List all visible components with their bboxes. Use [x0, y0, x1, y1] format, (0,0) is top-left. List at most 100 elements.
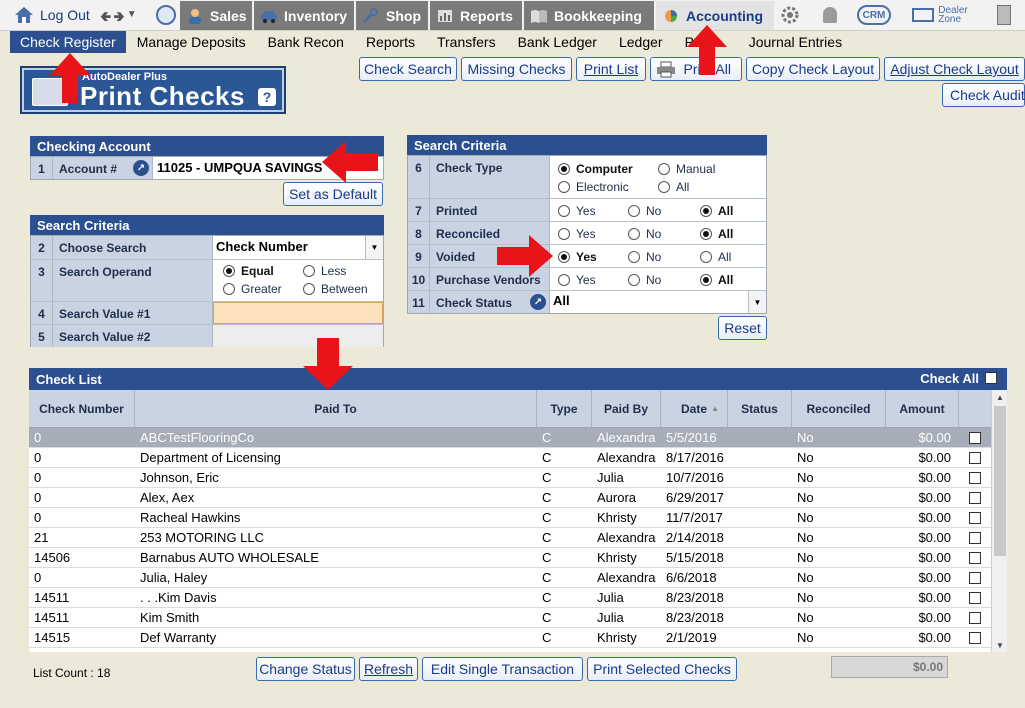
- scroll-up-icon[interactable]: ▲: [992, 390, 1008, 404]
- subnav-reports[interactable]: Reports: [355, 31, 426, 53]
- crm-cloud-icon[interactable]: CRM: [856, 5, 892, 25]
- table-row[interactable]: 0 Racheal Hawkins C Khristy 11/7/2017 No $0.00: [29, 508, 991, 528]
- table-row[interactable]: 0 Department of Licensing C Alexandra 8/17/2…: [29, 448, 991, 468]
- row-select-checkbox[interactable]: [969, 531, 981, 544]
- check-list-scrollbar[interactable]: ▲ ▼: [991, 390, 1007, 652]
- col-paid-by[interactable]: Paid By: [592, 390, 661, 427]
- voided-no-radio[interactable]: No: [628, 250, 661, 264]
- check-type-all-radio[interactable]: All: [658, 180, 689, 194]
- chevron-down-icon[interactable]: ▼: [127, 9, 137, 30]
- set-as-default-button[interactable]: Set as Default: [283, 182, 383, 206]
- printed-yes-radio[interactable]: Yes: [558, 204, 596, 218]
- operand-greater-radio[interactable]: Greater: [223, 282, 282, 296]
- check-all-checkbox[interactable]: [985, 372, 997, 384]
- vendors-all-radio[interactable]: All: [700, 273, 733, 287]
- scroll-thumb[interactable]: [994, 406, 1006, 556]
- row-select-checkbox[interactable]: [969, 551, 981, 564]
- check-status-select[interactable]: All ▼: [550, 291, 766, 313]
- table-row[interactable]: 21 253 MOTORING LLC C Alexandra 2/14/2018 No $…: [29, 528, 991, 548]
- logout-link[interactable]: Log Out: [14, 5, 90, 25]
- row-select-checkbox[interactable]: [969, 451, 981, 464]
- check-type-computer-radio[interactable]: Computer: [558, 162, 633, 176]
- row-select-checkbox[interactable]: [969, 591, 981, 604]
- row-select-checkbox[interactable]: [969, 431, 981, 444]
- table-row[interactable]: 14511 Kim Smith C Julia 8/23/2018 No $0.00: [29, 608, 991, 628]
- bell-icon[interactable]: [820, 5, 840, 25]
- back-arrow-icon[interactable]: 🢀: [100, 6, 111, 30]
- table-row[interactable]: 0 Julia, Haley C Alexandra 6/6/2018 No $0.00: [29, 568, 991, 588]
- print-list-button[interactable]: Print List: [576, 57, 646, 81]
- check-search-button[interactable]: Check Search: [359, 57, 457, 81]
- reconciled-no-radio[interactable]: No: [628, 227, 661, 241]
- adjust-check-layout-button[interactable]: Adjust Check Layout: [884, 57, 1025, 81]
- subnav-bank-recon[interactable]: Bank Recon: [257, 31, 355, 53]
- check-audit-button[interactable]: Check Audit: [942, 83, 1025, 107]
- table-row[interactable]: 14515 Def Warranty C Khristy 2/1/2019 No $0.00: [29, 628, 991, 648]
- subnav-ledger[interactable]: Ledger: [608, 31, 674, 53]
- printed-all-radio[interactable]: All: [700, 204, 733, 218]
- lookup-arrow-icon[interactable]: ↗: [133, 160, 149, 176]
- col-check-number[interactable]: Check Number: [29, 390, 135, 427]
- row-select-checkbox[interactable]: [969, 571, 981, 584]
- check-type-manual-radio[interactable]: Manual: [658, 162, 715, 176]
- row-select-checkbox[interactable]: [969, 631, 981, 644]
- row-select-checkbox[interactable]: [969, 471, 981, 484]
- chevron-down-icon[interactable]: ▼: [748, 291, 766, 313]
- table-row[interactable]: 14506 Barnabus AUTO WHOLESALE C Khristy 5/15…: [29, 548, 991, 568]
- subnav-bank-ledger[interactable]: Bank Ledger: [507, 31, 608, 53]
- scroll-down-icon[interactable]: ▼: [992, 638, 1008, 652]
- row-select-checkbox[interactable]: [969, 511, 981, 524]
- edit-single-transaction-button[interactable]: Edit Single Transaction: [422, 657, 583, 681]
- operand-less-radio[interactable]: Less: [303, 264, 346, 278]
- tab-inventory[interactable]: Inventory: [254, 1, 356, 30]
- table-row[interactable]: 0Def WarrantyCKhristy2/11/2019 No$0.00: [29, 648, 991, 652]
- row-select-checkbox[interactable]: [969, 611, 981, 624]
- operand-equal-radio[interactable]: Equal: [223, 264, 274, 278]
- col-type[interactable]: Type: [537, 390, 592, 427]
- tab-bookkeeping[interactable]: Bookkeeping: [524, 1, 656, 30]
- voided-all-radio[interactable]: All: [700, 250, 731, 264]
- tab-sales[interactable]: Sales: [180, 1, 254, 30]
- reset-button[interactable]: Reset: [718, 316, 767, 340]
- tab-reports[interactable]: Reports: [430, 1, 524, 30]
- check-type-electronic-radio[interactable]: Electronic: [558, 180, 629, 194]
- table-row[interactable]: 0 Johnson, Eric C Julia 10/7/2016 No $0.00: [29, 468, 991, 488]
- col-reconciled[interactable]: Reconciled: [792, 390, 886, 427]
- row-select-checkbox[interactable]: [969, 651, 981, 652]
- forward-arrow-icon[interactable]: 🢂: [113, 6, 124, 30]
- printed-no-radio[interactable]: No: [628, 204, 661, 218]
- lookup-arrow-icon[interactable]: ↗: [530, 294, 546, 310]
- subnav-transfers[interactable]: Transfers: [426, 31, 507, 53]
- copy-check-layout-button[interactable]: Copy Check Layout: [746, 57, 880, 81]
- vendors-no-radio[interactable]: No: [628, 273, 661, 287]
- reconciled-all-radio[interactable]: All: [700, 227, 733, 241]
- calculator-icon[interactable]: [996, 5, 1012, 25]
- table-row[interactable]: 0 Alex, Aex C Aurora 6/29/2017 No $0.00: [29, 488, 991, 508]
- subnav-journal-entries[interactable]: Journal Entries: [711, 31, 853, 53]
- settings-gear-icon[interactable]: [778, 5, 802, 25]
- col-amount[interactable]: Amount: [886, 390, 959, 427]
- search-value-1-input[interactable]: [213, 302, 383, 324]
- tab-shop[interactable]: Shop: [356, 1, 430, 30]
- chevron-down-icon[interactable]: ▼: [365, 236, 383, 259]
- search-value-2-input[interactable]: [213, 325, 383, 347]
- row-select-checkbox[interactable]: [969, 491, 981, 504]
- dealer-zone-link[interactable]: Dealer Zone: [908, 5, 972, 25]
- refresh-button[interactable]: Refresh: [359, 657, 418, 681]
- col-date[interactable]: Date ▲: [661, 390, 728, 427]
- subnav-manage-deposits[interactable]: Manage Deposits: [126, 31, 257, 53]
- support-face-icon[interactable]: [156, 5, 176, 25]
- voided-yes-radio[interactable]: Yes: [558, 250, 597, 264]
- table-row[interactable]: 0 ABCTestFlooringCo C Alexandra 5/5/2016 No $0…: [29, 428, 991, 448]
- choose-search-select[interactable]: Check Number ▼: [213, 236, 383, 259]
- change-status-button[interactable]: Change Status: [256, 657, 355, 681]
- print-selected-checks-button[interactable]: Print Selected Checks: [587, 657, 737, 681]
- missing-checks-button[interactable]: Missing Checks: [461, 57, 572, 81]
- subnav-check-register[interactable]: Check Register: [10, 31, 126, 53]
- col-status[interactable]: Status: [728, 390, 792, 427]
- operand-between-radio[interactable]: Between: [303, 282, 368, 296]
- reconciled-yes-radio[interactable]: Yes: [558, 227, 596, 241]
- table-row[interactable]: 14511 . . .Kim Davis C Julia 8/23/2018 No $0.0…: [29, 588, 991, 608]
- help-icon[interactable]: ?: [258, 88, 276, 106]
- col-paid-to[interactable]: Paid To: [135, 390, 537, 427]
